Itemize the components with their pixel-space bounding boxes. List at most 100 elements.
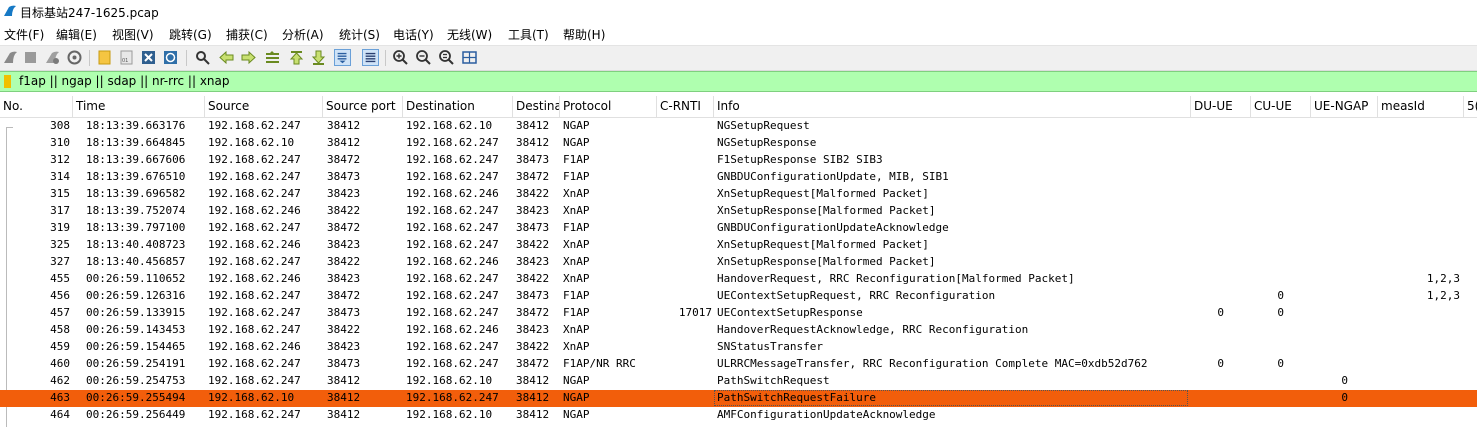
zoom-normal-icon[interactable] [438,49,455,66]
menu-analyze[interactable]: 分析(A) [282,26,324,43]
zoom-in-icon[interactable] [392,49,409,66]
column-header-source-port[interactable]: Source port [323,96,403,117]
cell-no: 312 [50,153,70,166]
packet-row[interactable]: 308 18:13:39.663176 192.168.62.247 38412 192… [0,118,1477,135]
cell-destination-port: 38422 [516,238,550,251]
restart-capture-icon[interactable] [44,49,61,66]
menu-edit[interactable]: 编辑(E) [56,26,97,43]
bookmark-icon[interactable] [4,75,11,88]
packet-row[interactable]: 456 00:26:59.126316 192.168.62.247 38472 192… [0,288,1477,305]
column-header-no[interactable]: No. [0,96,73,117]
column-header-cu-ue[interactable]: CU-UE [1251,96,1311,117]
packet-row[interactable]: 459 00:26:59.154465 192.168.62.246 38423 192… [0,339,1477,356]
menu-view[interactable]: 视图(V) [112,26,154,43]
save-file-icon[interactable]: 01 [118,49,135,66]
menu-file[interactable]: 文件(F) [4,26,44,43]
menu-help[interactable]: 帮助(H) [563,26,605,43]
packet-row[interactable]: 462 00:26:59.254753 192.168.62.247 38412 192… [0,373,1477,390]
go-first-icon[interactable] [288,49,305,66]
packet-row[interactable]: 312 18:13:39.667606 192.168.62.247 38472 192… [0,152,1477,169]
packet-row[interactable]: 464 00:26:59.256449 192.168.62.247 38412 192… [0,407,1477,424]
find-packet-icon[interactable] [194,49,211,66]
packet-row[interactable]: 325 18:13:40.408723 192.168.62.246 38423 192… [0,237,1477,254]
packet-row[interactable]: 310 18:13:39.664845 192.168.62.10 38412 192.… [0,135,1477,152]
wireshark-logo-icon [4,5,16,17]
cell-source: 192.168.62.247 [208,306,301,319]
column-header-destination-port[interactable]: Destina [513,96,560,117]
toolbar-separator [89,50,90,66]
cell-destination: 192.168.62.247 [406,238,499,251]
column-header-du-ue[interactable]: DU-UE [1191,96,1251,117]
column-header-info[interactable]: Info [714,96,1191,117]
colorize-icon[interactable] [362,49,379,66]
cell-no: 456 [50,289,70,302]
cell-destination-port: 38423 [516,255,550,268]
packet-list-header: No. Time Source Source port Destination … [0,96,1477,118]
cell-no: 457 [50,306,70,319]
cell-protocol: XnAP [563,255,590,268]
open-file-icon[interactable] [96,49,113,66]
column-header-destination[interactable]: Destination [403,96,513,117]
cell-source-port: 38412 [327,408,361,421]
cell-source: 192.168.62.247 [208,289,301,302]
packet-row[interactable]: 455 00:26:59.110652 192.168.62.246 38423 192… [0,271,1477,288]
cell-source: 192.168.62.247 [208,170,301,183]
packet-row[interactable]: 319 18:13:39.797100 192.168.62.247 38472 192… [0,220,1477,237]
menu-wireless[interactable]: 无线(W) [447,26,492,43]
menu-bar: 文件(F) 编辑(E) 视图(V) 跳转(G) 捕获(C) 分析(A) 统计(S… [0,24,1477,44]
cell-destination-port: 38422 [516,187,550,200]
cell-destination-port: 38422 [516,340,550,353]
packet-row[interactable]: 314 18:13:39.676510 192.168.62.247 38473 192… [0,169,1477,186]
column-header-measid[interactable]: measId [1378,96,1464,117]
cell-protocol: XnAP [563,340,590,353]
menu-statistics[interactable]: 统计(S) [339,26,380,43]
packet-row-selected[interactable]: 463 00:26:59.255494 192.168.62.10 38412 192.… [0,390,1477,407]
column-header-5g[interactable]: 5( [1464,96,1477,117]
cell-no: 319 [50,221,70,234]
cell-time: 00:26:59.255494 [86,391,186,404]
capture-options-icon[interactable] [66,49,83,66]
zoom-out-icon[interactable] [415,49,432,66]
resize-columns-icon[interactable] [461,49,478,66]
packet-row[interactable]: 315 18:13:39.696582 192.168.62.247 38423 192… [0,186,1477,203]
close-file-icon[interactable] [140,49,157,66]
menu-tools[interactable]: 工具(T) [508,26,549,43]
cell-source-port: 38422 [327,255,361,268]
cell-source: 192.168.62.10 [208,136,295,149]
go-forward-icon[interactable] [240,49,257,66]
cell-time: 18:13:39.663176 [86,119,186,132]
display-filter-input[interactable]: f1ap || ngap || sdap || nr-rrc || xnap [19,74,230,88]
go-back-icon[interactable] [218,49,235,66]
go-last-icon[interactable] [310,49,327,66]
column-header-source[interactable]: Source [205,96,323,117]
packet-row[interactable]: 458 00:26:59.143453 192.168.62.247 38422 192… [0,322,1477,339]
packet-row[interactable]: 327 18:13:40.456857 192.168.62.247 38422 192… [0,254,1477,271]
packet-row[interactable]: 457 00:26:59.133915 192.168.62.247 38473 192… [0,305,1477,322]
stop-capture-icon[interactable] [22,49,39,66]
column-header-protocol[interactable]: Protocol [560,96,657,117]
cell-ue-ngap: 0 [1341,374,1348,387]
menu-capture[interactable]: 捕获(C) [226,26,268,43]
cell-protocol: NGAP [563,391,590,404]
cell-destination: 192.168.62.10 [406,408,493,421]
column-header-ue-ngap[interactable]: UE-NGAP [1311,96,1378,117]
menu-telephony[interactable]: 电话(Y) [393,26,434,43]
autoscroll-icon[interactable] [334,49,351,66]
menu-go[interactable]: 跳转(G) [169,26,212,43]
go-to-packet-icon[interactable] [264,49,281,66]
cell-no: 308 [50,119,70,132]
reload-file-icon[interactable] [162,49,179,66]
cell-source-port: 38472 [327,153,361,166]
cell-time: 00:26:59.126316 [86,289,186,302]
cell-source-port: 38473 [327,357,361,370]
cell-destination: 192.168.62.247 [406,340,499,353]
cell-source-port: 38473 [327,306,361,319]
cell-time: 00:26:59.254753 [86,374,186,387]
packet-row[interactable]: 460 00:26:59.254191 192.168.62.247 38473 192… [0,356,1477,373]
cell-destination: 192.168.62.247 [406,272,499,285]
column-header-c-rnti[interactable]: C-RNTI [657,96,714,117]
packet-row[interactable]: 317 18:13:39.752074 192.168.62.246 38422 192… [0,203,1477,220]
cell-protocol: XnAP [563,238,590,251]
column-header-time[interactable]: Time [73,96,205,117]
start-capture-icon[interactable] [2,49,19,66]
